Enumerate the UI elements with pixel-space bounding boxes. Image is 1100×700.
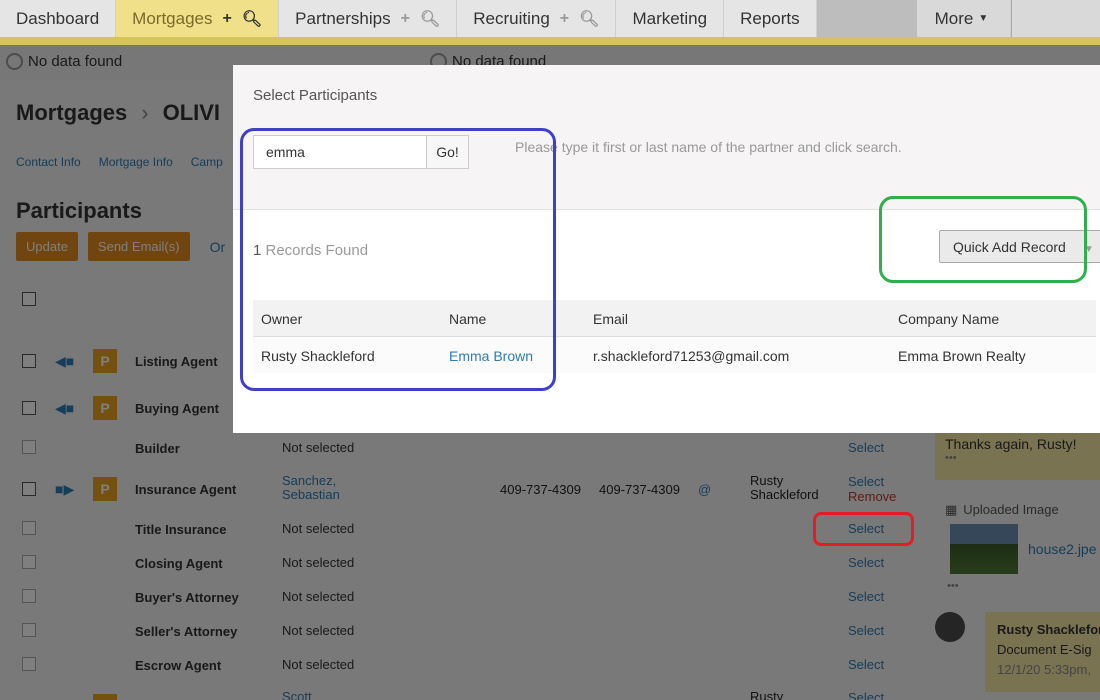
tab-label: Recruiting: [473, 8, 550, 28]
caret-down-icon: ▼: [978, 13, 989, 24]
records-found: 1 Records Found: [253, 242, 368, 259]
tab-label: Partnerships: [295, 8, 391, 28]
caret-down-icon: ▼: [1083, 244, 1094, 255]
tab-label: Mortgages: [132, 8, 213, 28]
plus-icon[interactable]: +: [223, 10, 232, 28]
tab-mortgages[interactable]: Mortgages + 🔍︎: [116, 0, 280, 37]
quick-add-label: Quick Add Record: [953, 239, 1066, 255]
modal-search-area: Select Participants emma Go! Please type…: [233, 65, 1100, 210]
modal-title: Select Participants: [253, 87, 378, 104]
tab-label: Reports: [740, 8, 800, 28]
nav-stub: [1011, 0, 1100, 37]
more-label: More: [934, 8, 974, 28]
search-icon[interactable]: 🔍︎: [242, 9, 262, 29]
results-header-row: Owner Name Email Company Name: [253, 300, 1096, 337]
partner-search-input[interactable]: emma: [253, 135, 427, 169]
result-name-link[interactable]: Emma Brown: [449, 348, 533, 364]
search-icon[interactable]: 🔍︎: [420, 9, 440, 29]
search-icon[interactable]: 🔍︎: [579, 9, 599, 29]
column-header-name: Name: [449, 311, 487, 327]
table-row[interactable]: Rusty Shackleford Emma Brown r.shacklefo…: [253, 337, 1096, 373]
search-hint: Please type it first or last name of the…: [515, 139, 902, 155]
tab-label: Dashboard: [16, 8, 100, 28]
active-tab-bar: [0, 37, 1100, 45]
tab-recruiting[interactable]: Recruiting + 🔍︎: [457, 0, 617, 37]
quick-add-record-button[interactable]: Quick Add Record ▼: [939, 230, 1100, 263]
top-nav: Dashboard Mortgages + 🔍︎ Partnerships + 🔍︎ R…: [0, 0, 1100, 37]
select-participants-modal: Select Participants emma Go! Please type…: [233, 65, 1100, 433]
tab-marketing[interactable]: Marketing: [616, 0, 725, 37]
more-menu[interactable]: More ▼: [916, 0, 1012, 37]
tab-partnerships[interactable]: Partnerships + 🔍︎: [279, 0, 458, 37]
tab-reports[interactable]: Reports: [724, 0, 817, 37]
go-button[interactable]: Go!: [426, 135, 469, 169]
tab-label: Marketing: [632, 8, 708, 28]
column-header-owner: Owner: [261, 311, 303, 327]
plus-icon[interactable]: +: [401, 10, 410, 28]
result-owner: Rusty Shackleford: [261, 348, 375, 364]
nav-spacer: [816, 0, 917, 37]
records-label: Records Found: [261, 242, 369, 259]
column-header-email: Email: [593, 311, 629, 327]
column-header-company: Company Name: [898, 311, 1000, 327]
tab-dashboard[interactable]: Dashboard: [0, 0, 117, 37]
result-company: Emma Brown Realty: [898, 348, 1026, 364]
result-email: r.shackleford71253@gmail.com: [593, 348, 790, 364]
plus-icon[interactable]: +: [560, 10, 569, 28]
